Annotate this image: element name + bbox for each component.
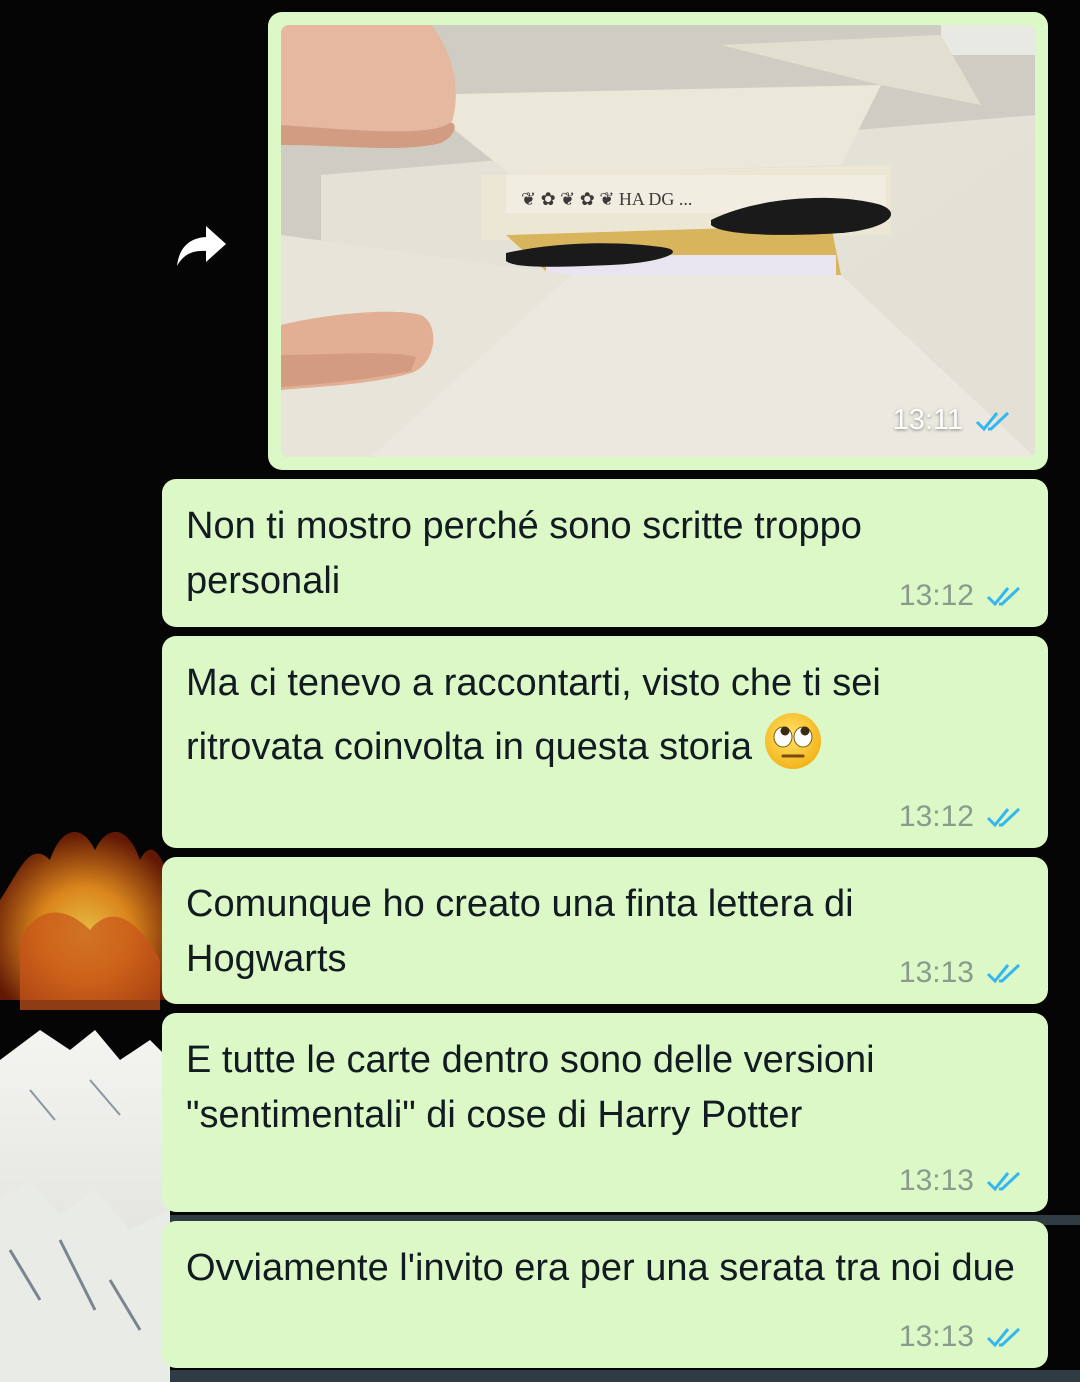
envelope-photo[interactable]: ❦ ✿ ❦ ✿ ❦ HA DG ... 13:11: [281, 25, 1035, 457]
double-check-icon: [975, 411, 1010, 431]
message-meta: 13:13: [899, 1164, 1026, 1198]
message-bubble[interactable]: Non ti mostro perché sono scritte troppo…: [162, 479, 1048, 627]
svg-text:❦ ✿ ❦ ✿ ❦ HA DG ...: ❦ ✿ ❦ ✿ ❦ HA DG ...: [521, 189, 692, 209]
message-text: Ovviamente l'invito era per una serata t…: [186, 1247, 1015, 1289]
message-text: E tutte le carte dentro sono delle versi…: [186, 1039, 875, 1136]
message-meta: 13:12: [899, 579, 1026, 613]
message-meta: 13:13: [899, 1320, 1026, 1354]
message-meta: 13:12: [899, 800, 1026, 834]
double-check-icon: [986, 1171, 1021, 1192]
message-time: 13:13: [898, 1164, 974, 1197]
message-bubble[interactable]: Ovviamente l'invito era per una serata t…: [162, 1221, 1048, 1368]
message-meta: 13:13: [899, 956, 1026, 990]
forward-arrow-icon[interactable]: [172, 220, 230, 270]
image-message-bubble[interactable]: ❦ ✿ ❦ ✿ ❦ HA DG ... 13:11: [268, 12, 1048, 470]
message-time: 13:13: [898, 956, 974, 989]
face-with-rolling-eyes-emoji: [764, 713, 821, 769]
chat-screen: ❦ ✿ ❦ ✿ ❦ HA DG ... 13:11 Non ti mostro …: [0, 0, 1080, 1382]
double-check-icon: [986, 963, 1021, 984]
message-bubble[interactable]: E tutte le carte dentro sono delle versi…: [162, 1013, 1048, 1212]
double-check-icon: [986, 1327, 1021, 1348]
double-check-icon: [986, 807, 1021, 828]
message-time: 13:12: [898, 800, 974, 833]
message-text: Ma ci tenevo a raccontarti, visto che ti…: [186, 656, 1024, 775]
message-bubble[interactable]: Ma ci tenevo a raccontarti, visto che ti…: [162, 636, 1048, 848]
image-message-meta: 13:11: [893, 404, 1015, 437]
message-time: 13:13: [898, 1320, 974, 1353]
image-message-time: 13:11: [892, 404, 963, 436]
double-check-icon: [986, 586, 1021, 607]
message-time: 13:12: [898, 579, 974, 612]
message-bubble[interactable]: Comunque ho creato una finta lettera di …: [162, 857, 1048, 1004]
